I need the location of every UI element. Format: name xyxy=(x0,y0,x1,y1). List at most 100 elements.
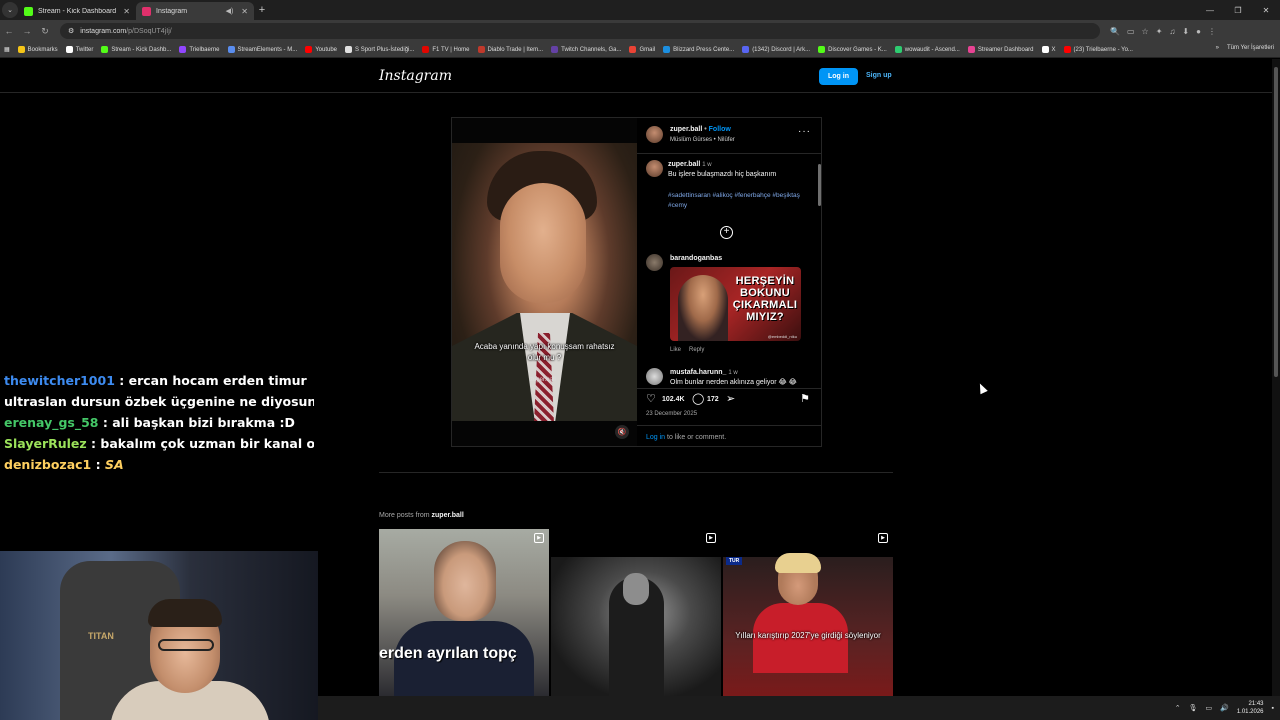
bookmark-item[interactable]: Youtube xyxy=(305,46,337,53)
bookmark-item[interactable]: (1342) Discord | Ark... xyxy=(742,46,810,53)
caption-avatar[interactable] xyxy=(646,160,663,177)
bookmark-item[interactable]: StreamElements - M... xyxy=(227,46,297,53)
bookmark-star-icon[interactable]: ☆ xyxy=(1142,27,1149,36)
comments-list[interactable]: zuper.ball 1 w Bu işlere bulaşmazdı hiç … xyxy=(637,154,821,386)
post-date: 23 December 2025 xyxy=(646,411,698,417)
caption-username[interactable]: zuper.ball xyxy=(668,161,700,168)
author-username[interactable]: zuper.ball xyxy=(670,126,702,133)
media-icon[interactable]: ♫ xyxy=(1169,27,1175,36)
reload-icon[interactable]: ↻ xyxy=(36,26,54,37)
zoom-icon[interactable]: 🔍 xyxy=(1110,27,1120,36)
bookmark-item[interactable]: Trielbaerne xyxy=(179,46,220,53)
like-comment-button[interactable]: Like xyxy=(670,347,681,353)
twitchtracker-icon xyxy=(551,46,559,53)
chat-text: ali başkan bizi bırakma :D xyxy=(112,415,295,430)
network-icon[interactable]: ▭ xyxy=(1205,704,1212,712)
forward-icon[interactable]: → xyxy=(18,26,36,36)
menu-icon[interactable]: ⋮ xyxy=(1208,27,1216,36)
back-icon[interactable]: ← xyxy=(0,26,18,36)
post-video[interactable]: Acaba yanında yapı konuşsam rahatsız olu… xyxy=(452,118,637,446)
post-thumbnail-1[interactable]: erden ayrılan topç ▶ xyxy=(379,529,549,696)
login-link[interactable]: Log in xyxy=(646,434,665,441)
microphone-icon[interactable]: 🎙 xyxy=(1189,704,1198,712)
page-scrollbar[interactable] xyxy=(1272,59,1280,696)
tray-chevron-icon[interactable]: ⌃ xyxy=(1175,704,1181,712)
clock-time: 21:43 xyxy=(1248,701,1264,707)
notification-icon[interactable]: ▪ xyxy=(1272,705,1274,712)
ssport-icon xyxy=(345,46,353,53)
bookmark-item[interactable]: Streamer Dashboard xyxy=(967,46,1034,53)
more-options-icon[interactable]: ··· xyxy=(798,126,811,137)
close-tab-icon[interactable]: ✕ xyxy=(123,7,130,16)
close-window-icon[interactable]: ✕ xyxy=(1252,6,1280,15)
chat-separator: : xyxy=(86,436,101,451)
post-thumbnail-3[interactable]: TUR Yılları karıştırıp 2027'ye girdiği s… xyxy=(723,529,893,696)
bookmark-item[interactable]: Stream - Kick Dashb... xyxy=(101,46,171,53)
post-thumbnail-2[interactable]: ▶ xyxy=(551,529,721,696)
tab-instagram[interactable]: Instagram ◀) ✕ xyxy=(136,2,254,20)
bookmarks-overflow-button[interactable]: » xyxy=(1216,45,1219,51)
url-field[interactable]: ⚙ instagram.com/p/DSoqUT4jIj/ xyxy=(60,23,1100,39)
apps-icon[interactable]: ▦ xyxy=(4,46,10,53)
bookmark-item[interactable]: S Sport Plus-İstediği... xyxy=(345,46,414,53)
commenter-avatar[interactable] xyxy=(646,254,663,271)
comment-icon[interactable]: ◯ xyxy=(692,394,704,405)
new-tab-button[interactable]: + xyxy=(254,4,270,16)
minimize-icon[interactable]: — xyxy=(1196,6,1224,15)
profile-icon[interactable]: ● xyxy=(1196,27,1201,36)
bookmark-item[interactable]: Twitter xyxy=(65,46,93,53)
reply-button[interactable]: Reply xyxy=(689,347,704,353)
audio-label[interactable]: Müslüm Gürses • Nilüfer xyxy=(670,137,735,143)
author-avatar[interactable] xyxy=(646,126,663,143)
comment-text: Olm bunlar nerden aklınıza geliyor 😂 😂 xyxy=(670,379,797,386)
volume-icon[interactable]: 🔇 xyxy=(615,425,629,439)
comments-scrollbar[interactable] xyxy=(818,164,821,206)
gif-text: HERŞEYİN BOKUNU ÇIKARMALI MIYIZ? xyxy=(732,275,798,323)
bookmark-item[interactable]: (23) Trielbaerne - Yo... xyxy=(1063,46,1133,53)
bookmark-label: Gmail xyxy=(639,46,656,53)
bookmark-item[interactable]: wowaudit - Ascend... xyxy=(894,46,960,53)
site-info-icon[interactable]: ⚙ xyxy=(68,27,74,35)
clock[interactable]: 21:43 1.01.2026 xyxy=(1237,700,1264,716)
maximize-icon[interactable]: ❐ xyxy=(1224,6,1252,15)
close-tab-icon[interactable]: ✕ xyxy=(241,7,248,16)
comment-username[interactable]: barandoganbas xyxy=(670,255,722,262)
chat-text: ercan hocam erden timur xyxy=(128,373,307,388)
heart-icon[interactable]: ♡ xyxy=(646,394,656,405)
cast-icon[interactable]: ▭ xyxy=(1127,27,1135,36)
x-icon xyxy=(1041,46,1049,53)
comment-user-row: mustafa.harunn_ 1 w xyxy=(670,369,738,376)
hashtags[interactable]: #sadettinsaran #alikoç #fenerbahçe #beşi… xyxy=(668,191,803,211)
youtube-icon xyxy=(1063,46,1071,53)
bookmark-item[interactable]: Twitch Channels, Ga... xyxy=(551,46,621,53)
bookmark-item[interactable]: Blizzard Press Cente... xyxy=(663,46,734,53)
bookmark-item[interactable]: Discover Games - K... xyxy=(818,46,887,53)
audio-playing-icon[interactable]: ◀) xyxy=(226,7,234,15)
more-posts-username[interactable]: zuper.ball xyxy=(432,512,464,519)
tab-search-button[interactable]: ⌄ xyxy=(2,2,18,18)
volume-tray-icon[interactable]: 🔊 xyxy=(1220,704,1229,712)
bookmark-item[interactable]: Diablo Trade | Item... xyxy=(477,46,543,53)
bookmark-item[interactable]: X xyxy=(1041,46,1056,53)
comment-username[interactable]: mustafa.harunn_ xyxy=(670,369,726,376)
signup-link[interactable]: Sign up xyxy=(866,72,892,79)
load-more-comments-icon[interactable]: + xyxy=(720,226,733,239)
all-bookmarks-button[interactable]: Tüm Yer İşaretleri xyxy=(1227,45,1274,51)
instagram-logo[interactable]: Instagram xyxy=(379,68,452,84)
star-icon xyxy=(17,46,25,53)
tab-kick-dashboard[interactable]: Stream - Kick Dashboard ✕ xyxy=(18,2,136,20)
commenter-avatar[interactable] xyxy=(646,368,663,385)
share-icon[interactable]: ➢ xyxy=(726,394,735,405)
login-button[interactable]: Log in xyxy=(819,68,858,85)
chat-username: denizbozac1 xyxy=(4,457,92,472)
save-bookmark-icon[interactable]: ⚑ xyxy=(800,394,810,405)
downloads-icon[interactable]: ⬇ xyxy=(1182,27,1189,36)
bookmark-item[interactable]: Gmail xyxy=(629,46,655,53)
bookmark-item[interactable]: Bookmarks xyxy=(17,46,58,53)
bookmark-item[interactable]: F1 TV | Home xyxy=(422,46,470,53)
section-divider xyxy=(379,472,893,473)
extension-icon[interactable]: ✦ xyxy=(1156,27,1163,36)
comment-actions: Like Reply xyxy=(670,347,704,353)
follow-button[interactable]: Follow xyxy=(709,126,731,133)
chat-separator: : xyxy=(98,415,113,430)
